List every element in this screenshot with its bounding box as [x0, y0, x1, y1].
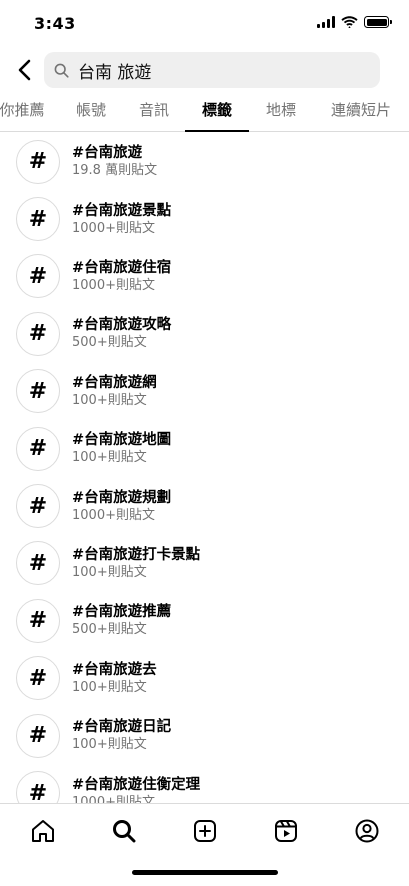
hashtag-info: #台南旅遊攻略 500+則貼文	[72, 316, 171, 351]
home-indicator	[132, 870, 278, 875]
search-icon	[54, 62, 70, 78]
hashtag-post-count: 1000+則貼文	[72, 507, 155, 523]
hashtag-info: #台南旅遊景點 1000+則貼文	[72, 202, 171, 237]
hashtag-name: #台南旅遊打卡景點	[72, 546, 201, 563]
hashtag-results-list: # #台南旅遊 19.8 萬則貼文 # #台南旅遊景點 1000+則貼文 # #台南旅遊住宿 1…	[0, 133, 409, 803]
hashtag-post-count: 1000+則貼文	[72, 220, 155, 236]
hashtag-icon: #	[16, 369, 60, 414]
status-bar: 3:43	[0, 0, 409, 48]
tab-accounts[interactable]: 帳號	[70, 92, 112, 132]
search-input[interactable]	[78, 60, 358, 80]
hashtag-name: #台南旅遊住衡定理	[72, 776, 201, 793]
hashtag-post-count: 500+則貼文	[72, 622, 147, 638]
nav-search-button[interactable]	[109, 816, 139, 846]
hashtag-result-row[interactable]: # #台南旅遊攻略 500+則貼文	[0, 305, 409, 362]
nav-profile-button[interactable]	[352, 816, 382, 846]
hashtag-info: #台南旅遊去 100+則貼文	[72, 661, 157, 696]
hashtag-result-row[interactable]: # #台南旅遊推薦 500+則貼文	[0, 592, 409, 649]
hashtag-info: #台南旅遊打卡景點 100+則貼文	[72, 546, 200, 581]
nav-reels-button[interactable]	[271, 816, 301, 846]
hashtag-info: #台南旅遊網 100+則貼文	[72, 374, 157, 409]
profile-icon	[355, 819, 379, 843]
status-icons	[317, 16, 392, 28]
hashtag-post-count: 1000+則貼文	[72, 277, 155, 293]
hashtag-icon: #	[16, 771, 60, 803]
hashtag-name: #台南旅遊規劃	[72, 489, 172, 506]
hashtag-info: #台南旅遊 19.8 萬則貼文	[72, 144, 157, 179]
hashtag-name: #台南旅遊	[72, 145, 143, 162]
search-tabs: 你推薦 帳號 音訊 標籤 地標 連續短片	[0, 92, 409, 132]
hashtag-result-row[interactable]: # #台南旅遊地圖 100+則貼文	[0, 420, 409, 477]
status-time: 3:43	[34, 14, 76, 33]
tab-places[interactable]: 地標	[260, 92, 302, 132]
hashtag-icon: #	[16, 598, 60, 643]
hashtag-post-count: 100+則貼文	[72, 450, 147, 466]
tab-for-you[interactable]: 你推薦	[0, 92, 48, 132]
hashtag-info: #台南旅遊推薦 500+則貼文	[72, 603, 171, 638]
hashtag-name: #台南旅遊景點	[72, 202, 172, 219]
reels-icon	[275, 820, 297, 842]
hashtag-name: #台南旅遊推薦	[72, 604, 172, 621]
tab-tags[interactable]: 標籤	[185, 92, 249, 132]
cellular-signal-icon	[317, 16, 335, 28]
hashtag-name: #台南旅遊日記	[72, 719, 172, 736]
wifi-icon	[341, 16, 358, 28]
hashtag-name: #台南旅遊攻略	[72, 317, 172, 334]
active-tab-indicator	[185, 130, 249, 132]
nav-home-button[interactable]	[28, 816, 58, 846]
hashtag-icon: #	[16, 254, 60, 299]
hashtag-icon: #	[16, 541, 60, 586]
hashtag-post-count: 100+則貼文	[72, 737, 147, 753]
hashtag-result-row[interactable]: # #台南旅遊規劃 1000+則貼文	[0, 477, 409, 534]
hashtag-result-row[interactable]: # #台南旅遊日記 100+則貼文	[0, 707, 409, 764]
hashtag-result-row[interactable]: # #台南旅遊去 100+則貼文	[0, 650, 409, 707]
hashtag-result-row[interactable]: # #台南旅遊住衡定理 1000+則貼文	[0, 764, 409, 803]
hashtag-result-row[interactable]: # #台南旅遊景點 1000+則貼文	[0, 190, 409, 247]
hashtag-info: #台南旅遊地圖 100+則貼文	[72, 431, 171, 466]
search-icon	[113, 820, 136, 843]
hashtag-name: #台南旅遊網	[72, 374, 157, 391]
create-icon	[194, 820, 216, 842]
hashtag-post-count: 500+則貼文	[72, 335, 147, 351]
hashtag-icon: #	[16, 426, 60, 471]
hashtag-post-count: 100+則貼文	[72, 564, 147, 580]
hashtag-result-row[interactable]: # #台南旅遊住宿 1000+則貼文	[0, 248, 409, 305]
search-bar[interactable]	[44, 52, 380, 88]
hashtag-icon: #	[16, 139, 60, 184]
hashtag-info: #台南旅遊住衡定理 1000+則貼文	[72, 776, 200, 803]
hashtag-icon: #	[16, 197, 60, 242]
battery-icon	[364, 16, 392, 28]
hashtag-post-count: 19.8 萬則貼文	[72, 163, 158, 179]
search-header	[0, 52, 409, 88]
tab-reels[interactable]: 連續短片	[326, 92, 396, 132]
home-icon	[32, 820, 54, 842]
hashtag-result-row[interactable]: # #台南旅遊打卡景點 100+則貼文	[0, 535, 409, 592]
hashtag-icon: #	[16, 713, 60, 758]
nav-create-button[interactable]	[190, 816, 220, 846]
hashtag-info: #台南旅遊日記 100+則貼文	[72, 718, 171, 753]
hashtag-name: #台南旅遊地圖	[72, 432, 172, 449]
hashtag-icon: #	[16, 656, 60, 701]
hashtag-info: #台南旅遊規劃 1000+則貼文	[72, 489, 171, 524]
hashtag-result-row[interactable]: # #台南旅遊網 100+則貼文	[0, 363, 409, 420]
hashtag-post-count: 1000+則貼文	[72, 794, 155, 803]
hashtag-post-count: 100+則貼文	[72, 679, 147, 695]
hashtag-post-count: 100+則貼文	[72, 392, 147, 408]
tab-audio[interactable]: 音訊	[133, 92, 175, 132]
hashtag-icon: #	[16, 484, 60, 529]
hashtag-info: #台南旅遊住宿 1000+則貼文	[72, 259, 171, 294]
back-button[interactable]	[10, 54, 38, 86]
chevron-left-icon	[18, 59, 31, 81]
hashtag-name: #台南旅遊住宿	[72, 259, 172, 276]
hashtag-result-row[interactable]: # #台南旅遊 19.8 萬則貼文	[0, 133, 409, 190]
hashtag-icon: #	[16, 311, 60, 356]
hashtag-name: #台南旅遊去	[72, 661, 157, 678]
